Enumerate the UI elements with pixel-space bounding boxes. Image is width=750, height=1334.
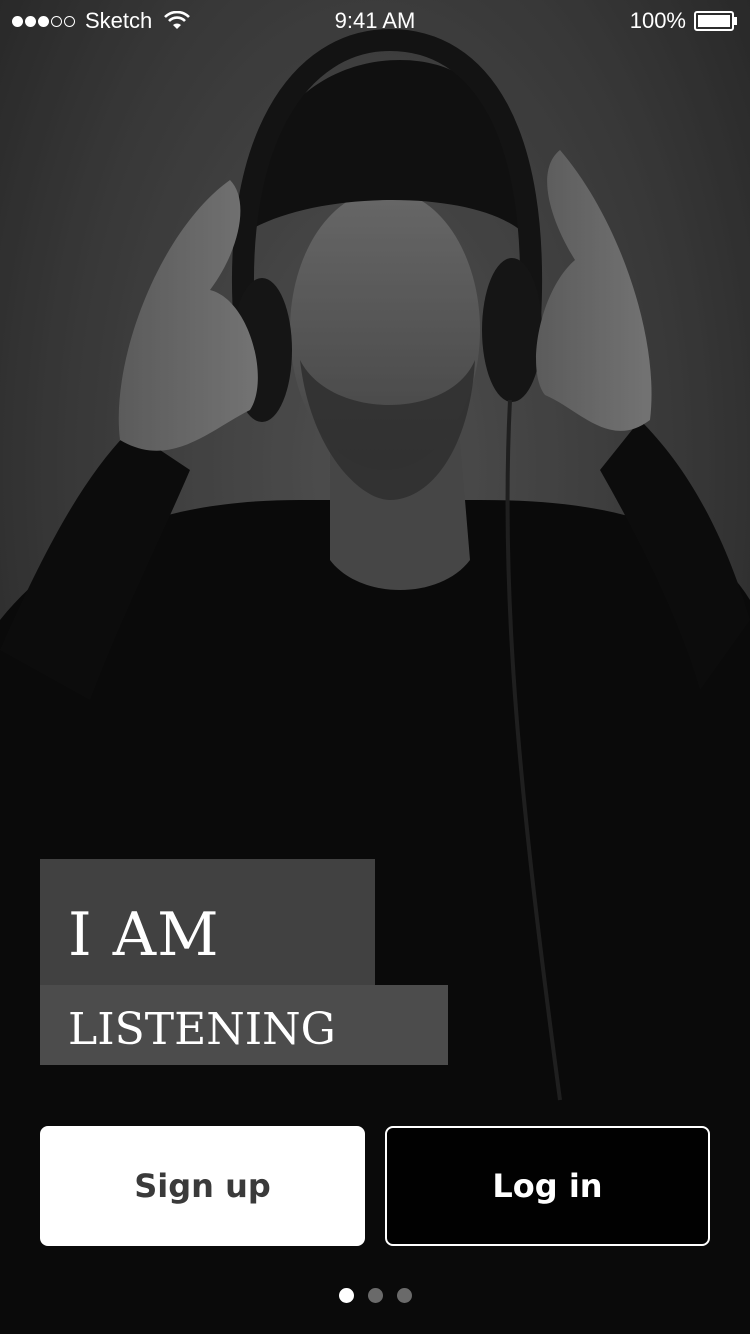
page-dot[interactable]	[396, 1288, 412, 1303]
battery-icon	[694, 11, 737, 31]
status-right: 100%	[630, 8, 738, 34]
status-bar: Sketch 9:41 AM 100%	[0, 0, 750, 40]
page-indicator	[0, 1288, 750, 1303]
onboarding-screen: Sketch 9:41 AM 100% I AM LISTENING Sign …	[0, 0, 750, 1334]
battery-percent: 100%	[629, 8, 686, 33]
page-dot[interactable]	[367, 1288, 383, 1303]
login-button[interactable]: Log in	[385, 1126, 710, 1246]
signup-button[interactable]: Sign up	[40, 1126, 365, 1246]
page-dot-active[interactable]	[338, 1288, 354, 1303]
hero-subtitle: LISTENING	[68, 1004, 336, 1055]
hero-title: I AM	[68, 900, 220, 970]
